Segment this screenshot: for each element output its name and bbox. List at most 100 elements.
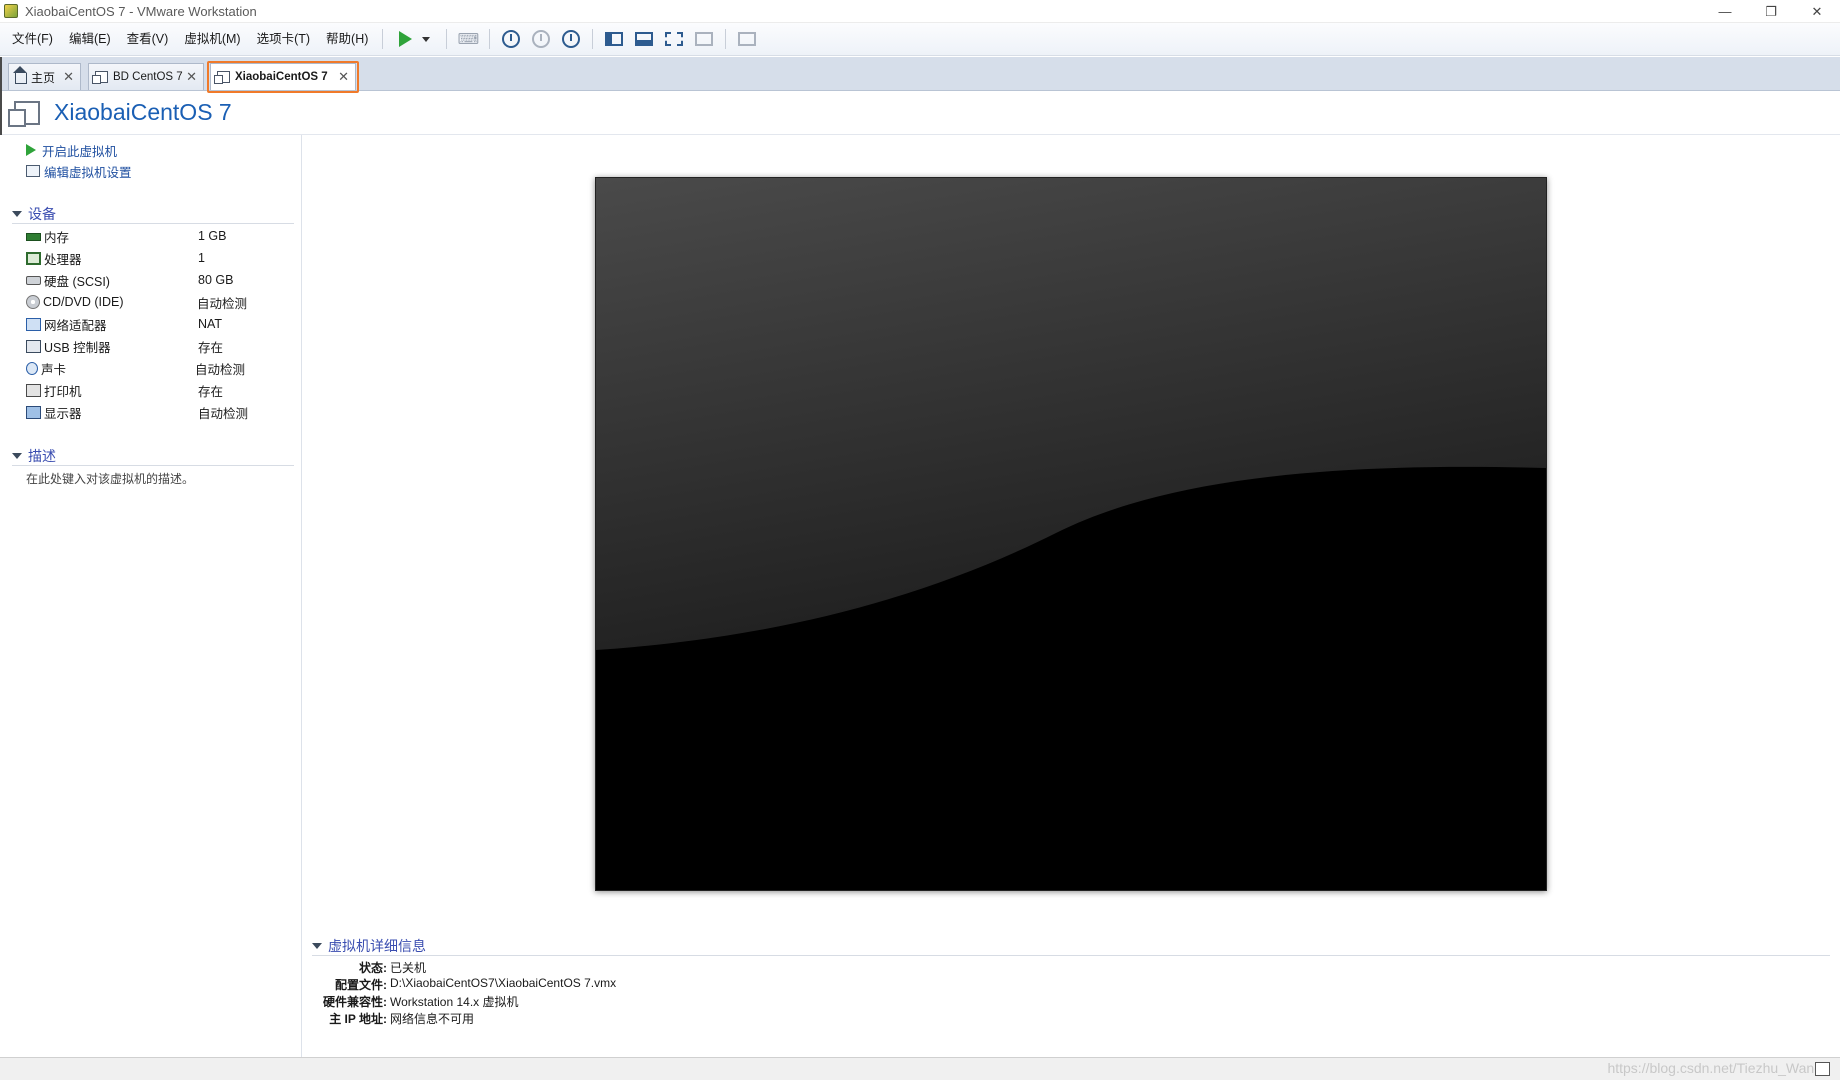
device-row-printer[interactable]: 打印机 存在 — [26, 380, 286, 400]
close-window-button[interactable]: ✕ — [1794, 0, 1840, 23]
chevron-down-icon — [422, 36, 431, 42]
send-ctrl-alt-del-button[interactable]: ⌨ — [455, 26, 481, 52]
tab-strip: 主页 ✕ BD CentOS 7 ✕ XiaobaiCentOS 7 ✕ — [0, 57, 1840, 91]
title-bar: XiaobaiCentOS 7 - VMware Workstation — ❐… — [0, 0, 1840, 23]
revert-snapshot-button[interactable] — [528, 26, 554, 52]
edit-vm-settings-link[interactable]: 编辑虚拟机设置 — [26, 161, 132, 181]
description-section-header[interactable]: 描述 — [12, 446, 294, 466]
full-screen-button[interactable] — [661, 26, 687, 52]
detail-row-config-file: 配置文件: D:\XiaobaiCentOS7\XiaobaiCentOS 7.… — [312, 976, 616, 993]
watermark-text: https://blog.csdn.net/Tiezhu_Wang — [1607, 1060, 1822, 1076]
vm-details-header[interactable]: 虚拟机详细信息 — [312, 936, 1830, 956]
detail-value: 网络信息不可用 — [390, 1012, 475, 1026]
device-name: CD/DVD (IDE) — [43, 295, 124, 309]
hard-disk-icon — [26, 275, 41, 285]
tab-xiaobai-centos[interactable]: XiaobaiCentOS 7 ✕ — [210, 63, 356, 90]
device-row-cd-dvd[interactable]: CD/DVD (IDE) 自动检测 — [26, 292, 286, 312]
device-name: 内存 — [44, 230, 70, 245]
tab-home[interactable]: 主页 ✕ — [8, 63, 81, 90]
detail-value: 已关机 — [390, 961, 427, 975]
unity-button[interactable] — [691, 26, 717, 52]
device-value: 存在 — [198, 340, 224, 355]
minimize-button[interactable]: — — [1702, 0, 1748, 23]
close-icon[interactable]: ✕ — [63, 69, 74, 85]
device-name: 显示器 — [44, 406, 82, 421]
device-value: 1 — [198, 251, 205, 265]
device-value: NAT — [198, 317, 223, 331]
memory-icon — [26, 233, 41, 241]
tab-label: XiaobaiCentOS 7 — [235, 71, 328, 83]
settings-icon — [26, 165, 40, 177]
menu-tabs[interactable]: 选项卡(T) — [249, 23, 318, 56]
collapse-triangle-icon — [12, 452, 22, 459]
detail-key: 主 IP 地址: — [329, 1012, 387, 1026]
network-adapter-icon — [26, 317, 41, 331]
device-name: 声卡 — [41, 362, 67, 377]
tab-bd-centos[interactable]: BD CentOS 7 ✕ — [88, 63, 204, 90]
home-icon — [13, 66, 27, 84]
detail-key: 状态: — [359, 961, 387, 975]
menu-view[interactable]: 查看(V) — [119, 23, 177, 56]
vm-icon — [8, 100, 40, 127]
device-row-memory[interactable]: 内存 1 GB — [26, 226, 286, 246]
keyboard-icon: ⌨ — [457, 31, 480, 48]
device-row-display[interactable]: 显示器 自动检测 — [26, 402, 286, 422]
device-name: USB 控制器 — [44, 340, 111, 355]
device-name: 处理器 — [44, 252, 82, 267]
processor-icon — [26, 251, 41, 265]
device-row-usb-controller[interactable]: USB 控制器 存在 — [26, 336, 286, 356]
vm-info-panel: 开启此虚拟机 编辑虚拟机设置 设备 内存 1 GB 处理器 1 硬盘 (SCSI… — [0, 135, 302, 1057]
console-view-icon — [738, 32, 757, 46]
close-icon[interactable]: ✕ — [338, 69, 349, 85]
vm-screen-preview[interactable] — [595, 177, 1547, 891]
restore-button[interactable]: ❐ — [1748, 0, 1794, 23]
device-name: 打印机 — [44, 384, 82, 399]
collapse-triangle-icon — [312, 942, 322, 949]
snapshot-manager-icon — [562, 30, 581, 48]
detail-row-state: 状态: 已关机 — [312, 959, 426, 976]
device-value: 存在 — [198, 384, 224, 399]
menu-help[interactable]: 帮助(H) — [318, 23, 376, 56]
toolbar-separator — [725, 29, 727, 49]
vmware-app-icon — [4, 4, 18, 18]
device-row-processor[interactable]: 处理器 1 — [26, 248, 286, 268]
snapshot-manager-button[interactable] — [558, 26, 584, 52]
tab-label: 主页 — [31, 70, 56, 85]
console-view-button[interactable] — [734, 26, 760, 52]
devices-section-header[interactable]: 设备 — [12, 204, 294, 224]
vm-title: XiaobaiCentOS 7 — [54, 99, 232, 125]
detail-row-ip-address: 主 IP 地址: 网络信息不可用 — [312, 1010, 474, 1027]
tab-label: BD CentOS 7 — [113, 71, 183, 83]
description-placeholder[interactable]: 在此处键入对该虚拟机的描述。 — [26, 470, 194, 487]
message-log-icon[interactable] — [1815, 1062, 1830, 1076]
toolbar-separator — [489, 29, 491, 49]
menu-edit[interactable]: 编辑(E) — [61, 23, 119, 56]
display-icon — [26, 405, 41, 419]
menu-vm[interactable]: 虚拟机(M) — [176, 23, 248, 56]
vm-icon — [214, 71, 230, 84]
show-library-button[interactable] — [601, 26, 627, 52]
power-on-button[interactable] — [391, 26, 438, 52]
preview-gloss-graphic — [596, 178, 1546, 650]
collapse-triangle-icon — [12, 210, 22, 217]
device-row-sound-card[interactable]: 声卡 自动检测 — [26, 358, 286, 378]
device-name: 网络适配器 — [44, 318, 107, 333]
detail-value: D:\XiaobaiCentOS7\XiaobaiCentOS 7.vmx — [390, 976, 617, 990]
vm-icon — [92, 71, 108, 84]
show-thumbnail-bar-button[interactable] — [631, 26, 657, 52]
toolbar-separator — [592, 29, 594, 49]
printer-icon — [26, 383, 41, 397]
device-value: 自动检测 — [197, 296, 248, 311]
power-on-vm-link[interactable]: 开启此虚拟机 — [26, 140, 117, 160]
menu-file[interactable]: 文件(F) — [0, 23, 61, 56]
power-on-label: 开启此虚拟机 — [42, 144, 118, 159]
toolbar-separator — [446, 29, 448, 49]
device-value: 自动检测 — [195, 362, 246, 377]
device-row-network-adapter[interactable]: 网络适配器 NAT — [26, 314, 286, 334]
close-icon[interactable]: ✕ — [186, 69, 197, 85]
edit-settings-label: 编辑虚拟机设置 — [44, 165, 132, 180]
device-row-hard-disk[interactable]: 硬盘 (SCSI) 80 GB — [26, 270, 286, 290]
unity-icon — [695, 32, 714, 46]
take-snapshot-button[interactable] — [498, 26, 524, 52]
sound-card-icon — [26, 361, 38, 375]
